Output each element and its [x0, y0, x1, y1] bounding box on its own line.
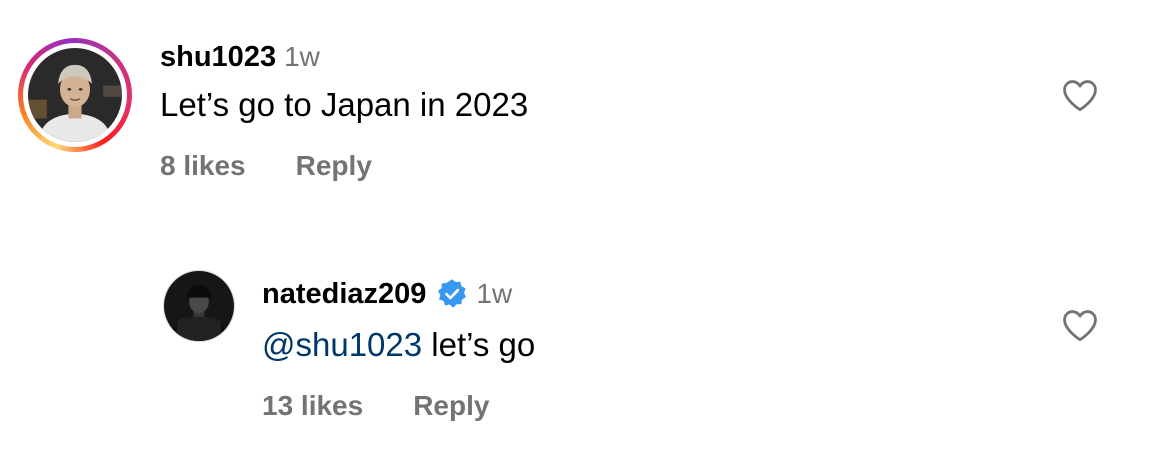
comment-body: Let’s go to Japan in 2023: [160, 86, 529, 123]
reply-header: natediaz209 1w: [262, 277, 512, 311]
mention-link[interactable]: @shu1023: [262, 326, 422, 363]
reply-item: natediaz209 1w @shu1023 let’s go 13 like…: [0, 230, 1170, 470]
heart-outline-icon[interactable]: [1061, 308, 1099, 342]
avatar-image: [164, 271, 234, 341]
avatar-story-ring[interactable]: [18, 38, 132, 152]
timestamp: 1w: [476, 278, 513, 309]
username[interactable]: natediaz209: [262, 278, 426, 311]
likes-count[interactable]: 8 likes: [160, 150, 246, 182]
reply-button[interactable]: Reply: [413, 390, 489, 422]
reply-actions: 13 likes Reply: [262, 390, 489, 422]
reply-button[interactable]: Reply: [296, 150, 372, 182]
username[interactable]: shu1023: [160, 41, 276, 74]
reply-text: @shu1023 let’s go: [262, 326, 535, 364]
avatar[interactable]: [163, 270, 235, 342]
comment-text: Let’s go to Japan in 2023: [160, 86, 528, 124]
heart-outline-icon[interactable]: [1061, 78, 1099, 112]
comment-item: shu1023 1w Let’s go to Japan in 2023 8 l…: [0, 0, 1170, 230]
timestamp: 1w: [284, 41, 320, 72]
comment-actions: 8 likes Reply: [160, 150, 372, 182]
verified-badge-icon: [438, 279, 467, 308]
avatar: [28, 48, 122, 142]
likes-count[interactable]: 13 likes: [262, 390, 363, 422]
comment-header: shu1023 1w: [160, 40, 320, 74]
reply-body: let’s go: [422, 326, 536, 363]
